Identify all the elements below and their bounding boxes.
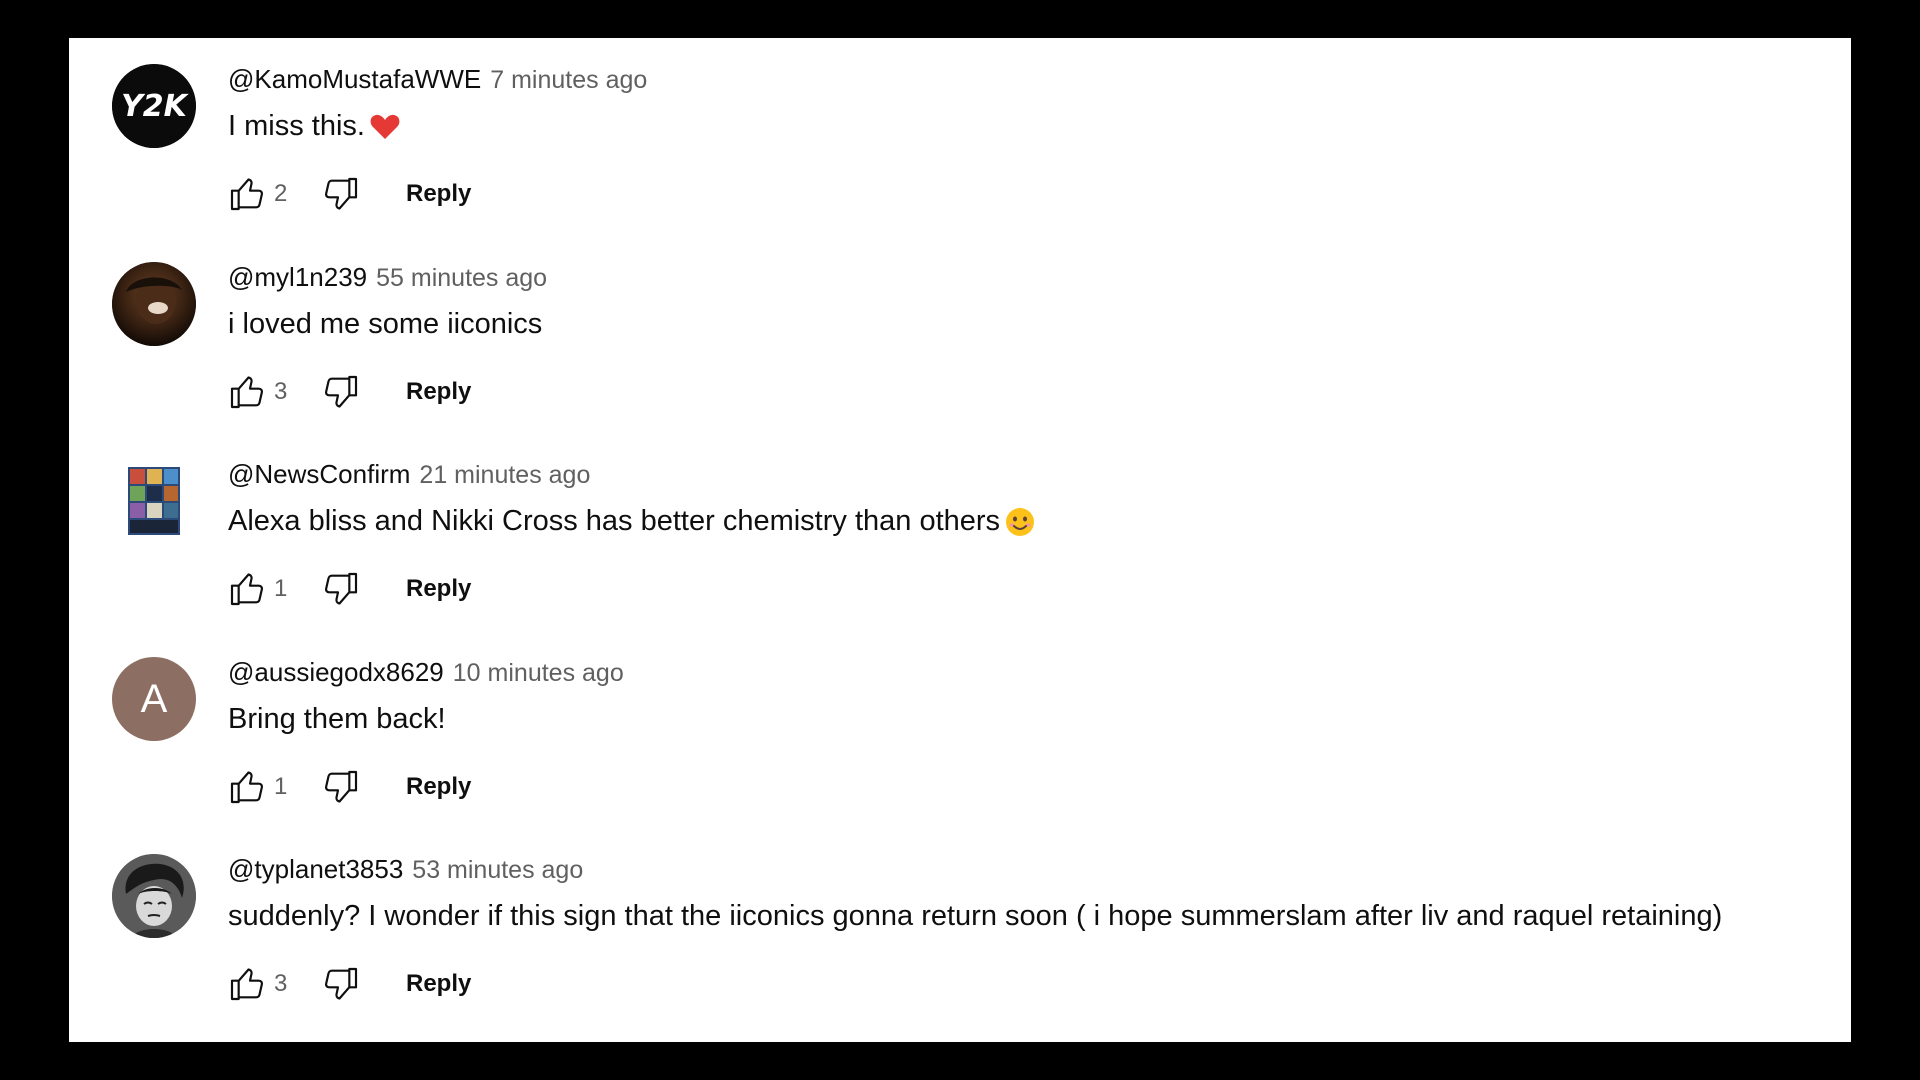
comment-item: Y2K @KamoMustafaWWE 7 minutes ago I miss… — [69, 38, 1851, 228]
comment-header: @aussiegodx8629 10 minutes ago — [228, 657, 624, 688]
comment-header: @typlanet3853 53 minutes ago — [228, 854, 583, 885]
comment-actions: 2 Reply — [224, 170, 471, 218]
comment-item: A @aussiegodx8629 10 minutes ago Bring t… — [69, 631, 1851, 821]
reply-button[interactable]: Reply — [406, 970, 471, 998]
dislike-button[interactable] — [318, 961, 364, 1007]
like-count: 1 — [274, 575, 288, 602]
avatar[interactable]: Y2K — [112, 64, 196, 148]
avatar-letter: A — [140, 676, 168, 721]
avatar[interactable] — [112, 854, 196, 938]
thumbs-up-icon — [230, 573, 264, 606]
like-button[interactable] — [224, 369, 270, 415]
comments-panel: Y2K @KamoMustafaWWE 7 minutes ago I miss… — [69, 38, 1851, 1042]
dislike-button[interactable] — [318, 369, 364, 415]
comment-item: @NewsConfirm 21 minutes ago Alexa bliss … — [69, 433, 1851, 623]
comment-timestamp[interactable]: 10 minutes ago — [453, 659, 624, 688]
thumbs-up-icon — [230, 178, 264, 211]
comment-timestamp[interactable]: 55 minutes ago — [376, 264, 547, 293]
thumbs-down-icon — [324, 177, 358, 210]
reply-button[interactable]: Reply — [406, 773, 471, 801]
comment-actions: 1 Reply — [224, 763, 471, 811]
comment-header: @myl1n239 55 minutes ago — [228, 262, 547, 293]
comment-actions: 1 Reply — [224, 565, 471, 613]
comment-timestamp[interactable]: 21 minutes ago — [419, 461, 590, 490]
thumbs-down-icon — [324, 572, 358, 605]
comment-text: Bring them back! — [228, 703, 446, 735]
author-name[interactable]: @KamoMustafaWWE — [228, 64, 481, 95]
dislike-button[interactable] — [318, 764, 364, 810]
like-button[interactable] — [224, 961, 270, 1007]
comment-body: suddenly? I wonder if this sign that the… — [228, 900, 1722, 933]
thumbs-up-icon — [230, 376, 264, 409]
author-name[interactable]: @aussiegodx8629 — [228, 657, 444, 688]
smile-emoji-icon — [1004, 506, 1036, 538]
comment-header: @KamoMustafaWWE 7 minutes ago — [228, 64, 647, 95]
comment-timestamp[interactable]: 7 minutes ago — [490, 66, 647, 95]
comment-header: @NewsConfirm 21 minutes ago — [228, 459, 590, 490]
comment-actions: 3 Reply — [224, 368, 471, 416]
thumbs-up-icon — [230, 771, 264, 804]
thumbs-up-icon — [230, 968, 264, 1001]
svg-text:Y2K: Y2K — [121, 89, 190, 124]
collage-thumbnail-icon — [112, 459, 196, 543]
heart-emoji-icon — [369, 111, 401, 143]
comment-text: i loved me some iiconics — [228, 308, 543, 340]
comment-body: Bring them back! — [228, 703, 446, 736]
reply-button[interactable]: Reply — [406, 575, 471, 603]
like-count: 3 — [274, 378, 288, 405]
like-button[interactable] — [224, 566, 270, 612]
thumbs-down-icon — [324, 770, 358, 803]
comment-actions: 3 Reply — [224, 960, 471, 1008]
like-count: 3 — [274, 970, 288, 997]
comment-item: @typlanet3853 53 minutes ago suddenly? I… — [69, 828, 1851, 1018]
comment-text: suddenly? I wonder if this sign that the… — [228, 900, 1723, 932]
thumbs-down-icon — [324, 375, 358, 408]
comment-body: Alexa bliss and Nikki Cross has better c… — [228, 505, 1036, 538]
cartoon-avatar-icon — [112, 854, 196, 938]
reply-button[interactable]: Reply — [406, 180, 471, 208]
dislike-button[interactable] — [318, 566, 364, 612]
y2k-logo-icon: Y2K — [112, 64, 196, 148]
author-name[interactable]: @myl1n239 — [228, 262, 367, 293]
like-button[interactable] — [224, 764, 270, 810]
comment-body: I miss this. — [228, 110, 401, 143]
dislike-button[interactable] — [318, 171, 364, 217]
avatar[interactable] — [112, 459, 196, 543]
comment-item: @myl1n239 55 minutes ago i loved me some… — [69, 236, 1851, 426]
comment-body: i loved me some iiconics — [228, 308, 542, 341]
thumbs-down-icon — [324, 967, 358, 1000]
author-name[interactable]: @typlanet3853 — [228, 854, 403, 885]
author-name[interactable]: @NewsConfirm — [228, 459, 410, 490]
like-count: 1 — [274, 773, 288, 800]
comment-timestamp[interactable]: 53 minutes ago — [412, 856, 583, 885]
comment-text: I miss this. — [228, 110, 365, 142]
like-button[interactable] — [224, 171, 270, 217]
reply-button[interactable]: Reply — [406, 378, 471, 406]
like-count: 2 — [274, 180, 288, 207]
avatar[interactable] — [112, 262, 196, 346]
user-photo-icon — [112, 262, 196, 346]
comment-text: Alexa bliss and Nikki Cross has better c… — [228, 505, 1001, 537]
avatar[interactable]: A — [112, 657, 196, 741]
